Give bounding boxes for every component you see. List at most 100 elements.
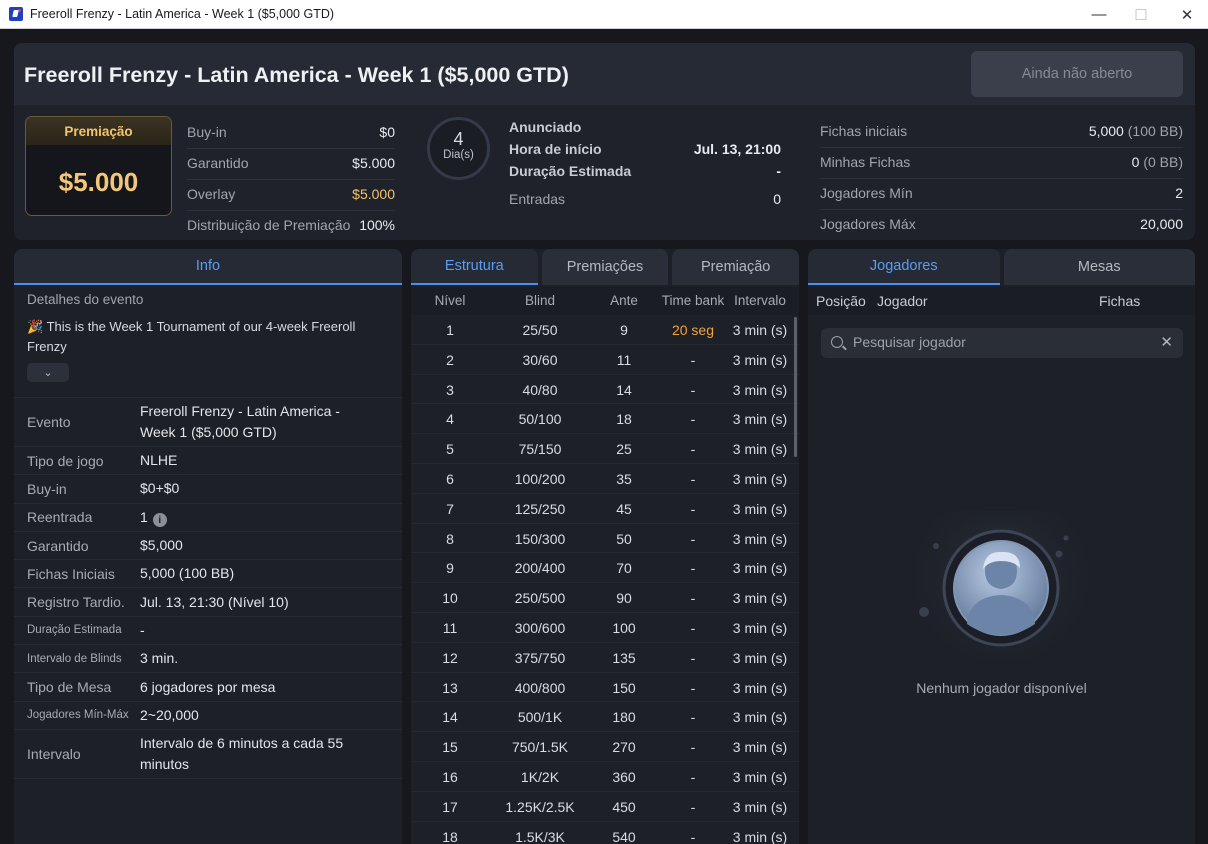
- interval-cell: 3 min (s): [732, 709, 788, 726]
- level-cell: 17: [442, 798, 458, 815]
- structure-table-body[interactable]: 1 25/50 9 20 seg 3 min (s) 2 30/60 11 - 3 min (s)…: [411, 315, 799, 844]
- ante-cell: 450: [612, 798, 636, 815]
- tab-structure[interactable]: Estrutura: [411, 249, 538, 285]
- tab-tables[interactable]: Mesas: [1003, 249, 1195, 285]
- players-table-header: Posição Jogador Fichas: [808, 287, 1195, 315]
- player-search-input[interactable]: [853, 334, 1143, 350]
- interval-cell: 3 min (s): [732, 739, 788, 756]
- blind-cell: 125/250: [514, 500, 566, 517]
- info-row-label: Tipo de jogo: [27, 452, 104, 469]
- interval-cell: 3 min (s): [732, 828, 788, 844]
- tab-players[interactable]: Jogadores: [808, 249, 1000, 285]
- ante-cell: 540: [612, 828, 636, 844]
- status-badge: Anunciado: [509, 119, 582, 135]
- column-header-blind: Blind: [524, 293, 556, 308]
- info-panel: Info Detalhes do evento 🎉 This is the We…: [14, 249, 402, 844]
- divider: [187, 210, 395, 211]
- level-cell: 7: [446, 500, 454, 517]
- time-bank-cell: -: [690, 560, 696, 577]
- players-tabs: Jogadores Mesas: [808, 249, 1195, 285]
- max-players-row: Jogadores Máx 20,000: [820, 216, 1183, 236]
- ante-cell: 18: [616, 411, 632, 428]
- blind-cell: 75/150: [518, 441, 562, 458]
- interval-cell: 3 min (s): [732, 322, 788, 338]
- minimize-button[interactable]: —: [1076, 0, 1122, 29]
- blind-cell: 250/500: [514, 590, 566, 607]
- tab-info[interactable]: Info: [14, 249, 402, 285]
- divider: [187, 148, 395, 149]
- prize-pool-label: Premiação: [26, 117, 171, 145]
- ante-cell: 135: [612, 649, 636, 666]
- divider: [820, 209, 1183, 210]
- info-row-value: 1: [140, 508, 148, 525]
- info-row-label: Evento: [27, 414, 71, 430]
- app-icon: [9, 7, 23, 21]
- max-players-value: 20,000: [1140, 216, 1183, 232]
- info-row-starting-chips: Fichas Iniciais 5,000 (100 BB): [14, 559, 402, 587]
- time-bank-cell: 20 seg: [671, 322, 715, 338]
- column-header-level: Nível: [434, 293, 466, 308]
- info-row-label: Garantido: [27, 537, 89, 554]
- expand-details-button[interactable]: ⌄: [27, 363, 69, 382]
- blind-cell: 400/800: [514, 679, 566, 696]
- interval-cell: 3 min (s): [732, 560, 788, 577]
- info-row-guaranteed: Garantido $5,000: [14, 530, 402, 559]
- info-row-value: $5,000: [140, 537, 183, 554]
- time-bank-cell: -: [690, 441, 696, 458]
- blind-cell: 750/1.5K: [511, 739, 569, 756]
- info-icon[interactable]: i: [152, 513, 167, 528]
- register-button[interactable]: Ainda não aberto: [971, 51, 1183, 97]
- divider: [820, 147, 1183, 148]
- blind-cell: 1K/2K: [520, 768, 560, 785]
- divider: [187, 179, 395, 180]
- time-bank-cell: -: [690, 351, 696, 368]
- my-chips-bb: (0 BB): [1143, 154, 1183, 170]
- distribution-label: Distribuição de Premiação: [187, 217, 351, 233]
- info-row-label: Fichas Iniciais: [27, 565, 115, 582]
- blind-cell: 1.5K/3K: [515, 828, 565, 844]
- level-cell: 1: [446, 322, 454, 338]
- structure-row: 17 1.25K/2.5K 450 - 3 min (s): [411, 792, 799, 822]
- info-row-blind-interval: Intervalo de Blinds 3 min.: [14, 644, 402, 672]
- time-bank-cell: -: [690, 798, 696, 815]
- structure-table-header: Nível Blind Ante Time bank Intervalo: [411, 287, 799, 315]
- entries-row: Entradas 0: [509, 191, 781, 211]
- close-window-button[interactable]: ✕: [1164, 0, 1208, 29]
- time-bank-cell: -: [690, 590, 696, 607]
- level-cell: 5: [446, 441, 454, 458]
- structure-scrollbar[interactable]: [794, 317, 797, 457]
- tab-payouts[interactable]: Premiações: [541, 249, 669, 285]
- interval-cell: 3 min (s): [732, 470, 788, 487]
- overlay-row: Overlay $5.000: [187, 186, 395, 206]
- guaranteed-row: Garantido $5.000: [187, 155, 395, 175]
- close-icon[interactable]: ✕: [1160, 333, 1173, 351]
- structure-row: 9 200/400 70 - 3 min (s): [411, 553, 799, 584]
- tab-prize[interactable]: Premiação: [672, 249, 799, 285]
- column-header-position: Posição: [816, 293, 866, 309]
- ante-cell: 45: [616, 500, 632, 517]
- info-row-value: Freeroll Frenzy - Latin America - Week 1…: [140, 403, 340, 440]
- time-bank-cell: -: [690, 649, 696, 666]
- interval-cell: 3 min (s): [732, 411, 788, 428]
- interval-cell: 3 min (s): [732, 768, 788, 785]
- info-row-value: Jul. 13, 21:30 (Nível 10): [140, 593, 289, 610]
- ante-cell: 70: [616, 560, 632, 577]
- structure-row: 15 750/1.5K 270 - 3 min (s): [411, 732, 799, 762]
- blind-cell: 100/200: [514, 470, 566, 487]
- ante-cell: 50: [616, 530, 632, 547]
- ante-cell: 14: [616, 381, 632, 398]
- level-cell: 2: [446, 351, 454, 368]
- divider: [820, 178, 1183, 179]
- level-cell: 11: [442, 619, 458, 636]
- avatar-placeholder-icon: [906, 511, 1096, 661]
- start-time-value: Jul. 13, 21:00: [693, 141, 781, 157]
- maximize-button[interactable]: ☐: [1118, 0, 1164, 29]
- tournament-summary: Premiação $5.000 Buy-in $0 Garantido $5.…: [14, 105, 1195, 240]
- day-number: 4: [453, 129, 464, 149]
- structure-row: 12 375/750 135 - 3 min (s): [411, 643, 799, 673]
- starting-chips-row: Fichas iniciais 5,000 (100 BB): [820, 123, 1183, 143]
- blind-cell: 300/600: [514, 619, 566, 636]
- info-tabs: Info: [14, 249, 402, 285]
- info-row-label: Registro Tardio.: [27, 594, 125, 611]
- interval-cell: 3 min (s): [732, 441, 788, 458]
